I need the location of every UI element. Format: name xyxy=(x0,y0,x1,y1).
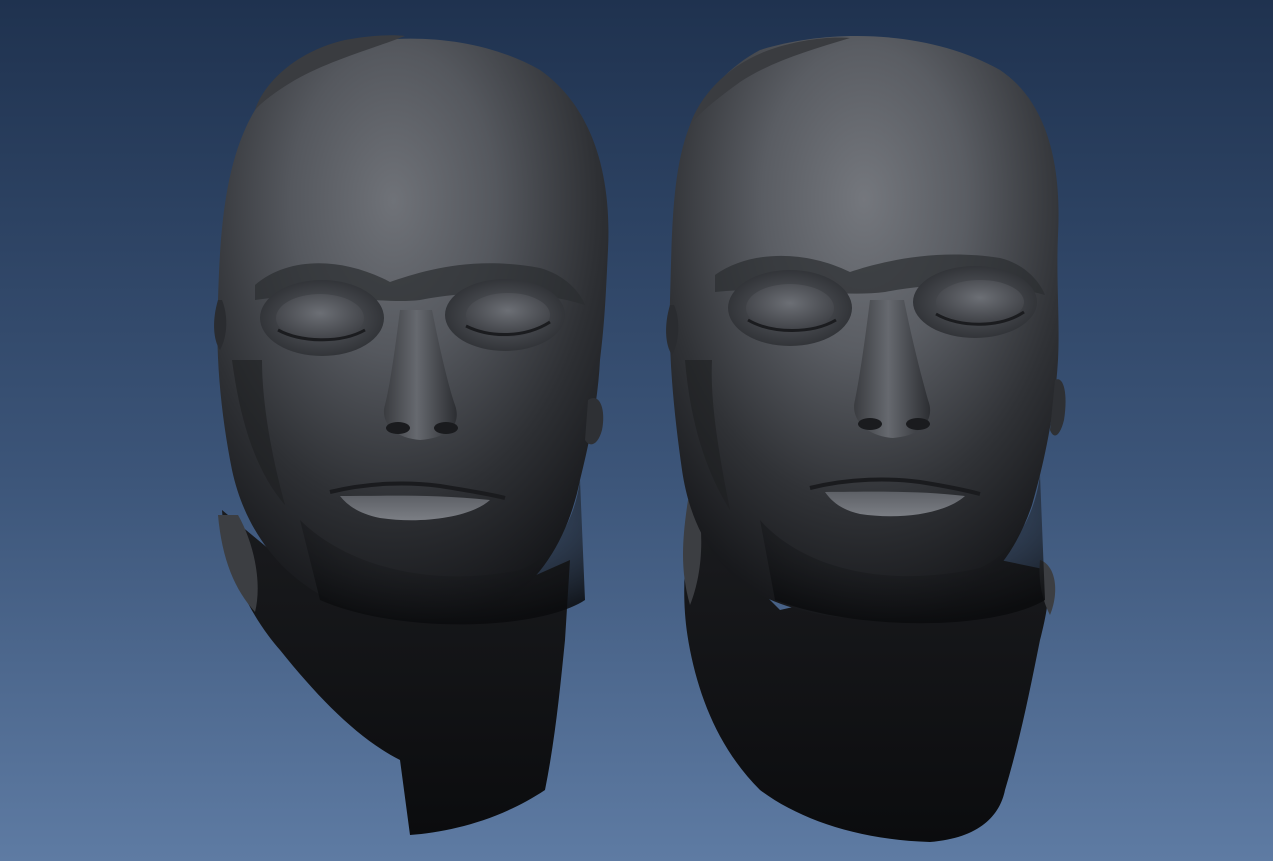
mask-right-nostril-left xyxy=(858,418,882,430)
mask-left-nostril-right xyxy=(434,422,458,434)
mask-right-nostril-right xyxy=(906,418,930,430)
3d-viewport[interactable] xyxy=(0,0,1273,861)
model-death-mask-right[interactable] xyxy=(666,36,1066,842)
scene-canvas[interactable] xyxy=(0,0,1273,861)
viewport-background xyxy=(0,0,1273,861)
mask-left-nostril-left xyxy=(386,422,410,434)
